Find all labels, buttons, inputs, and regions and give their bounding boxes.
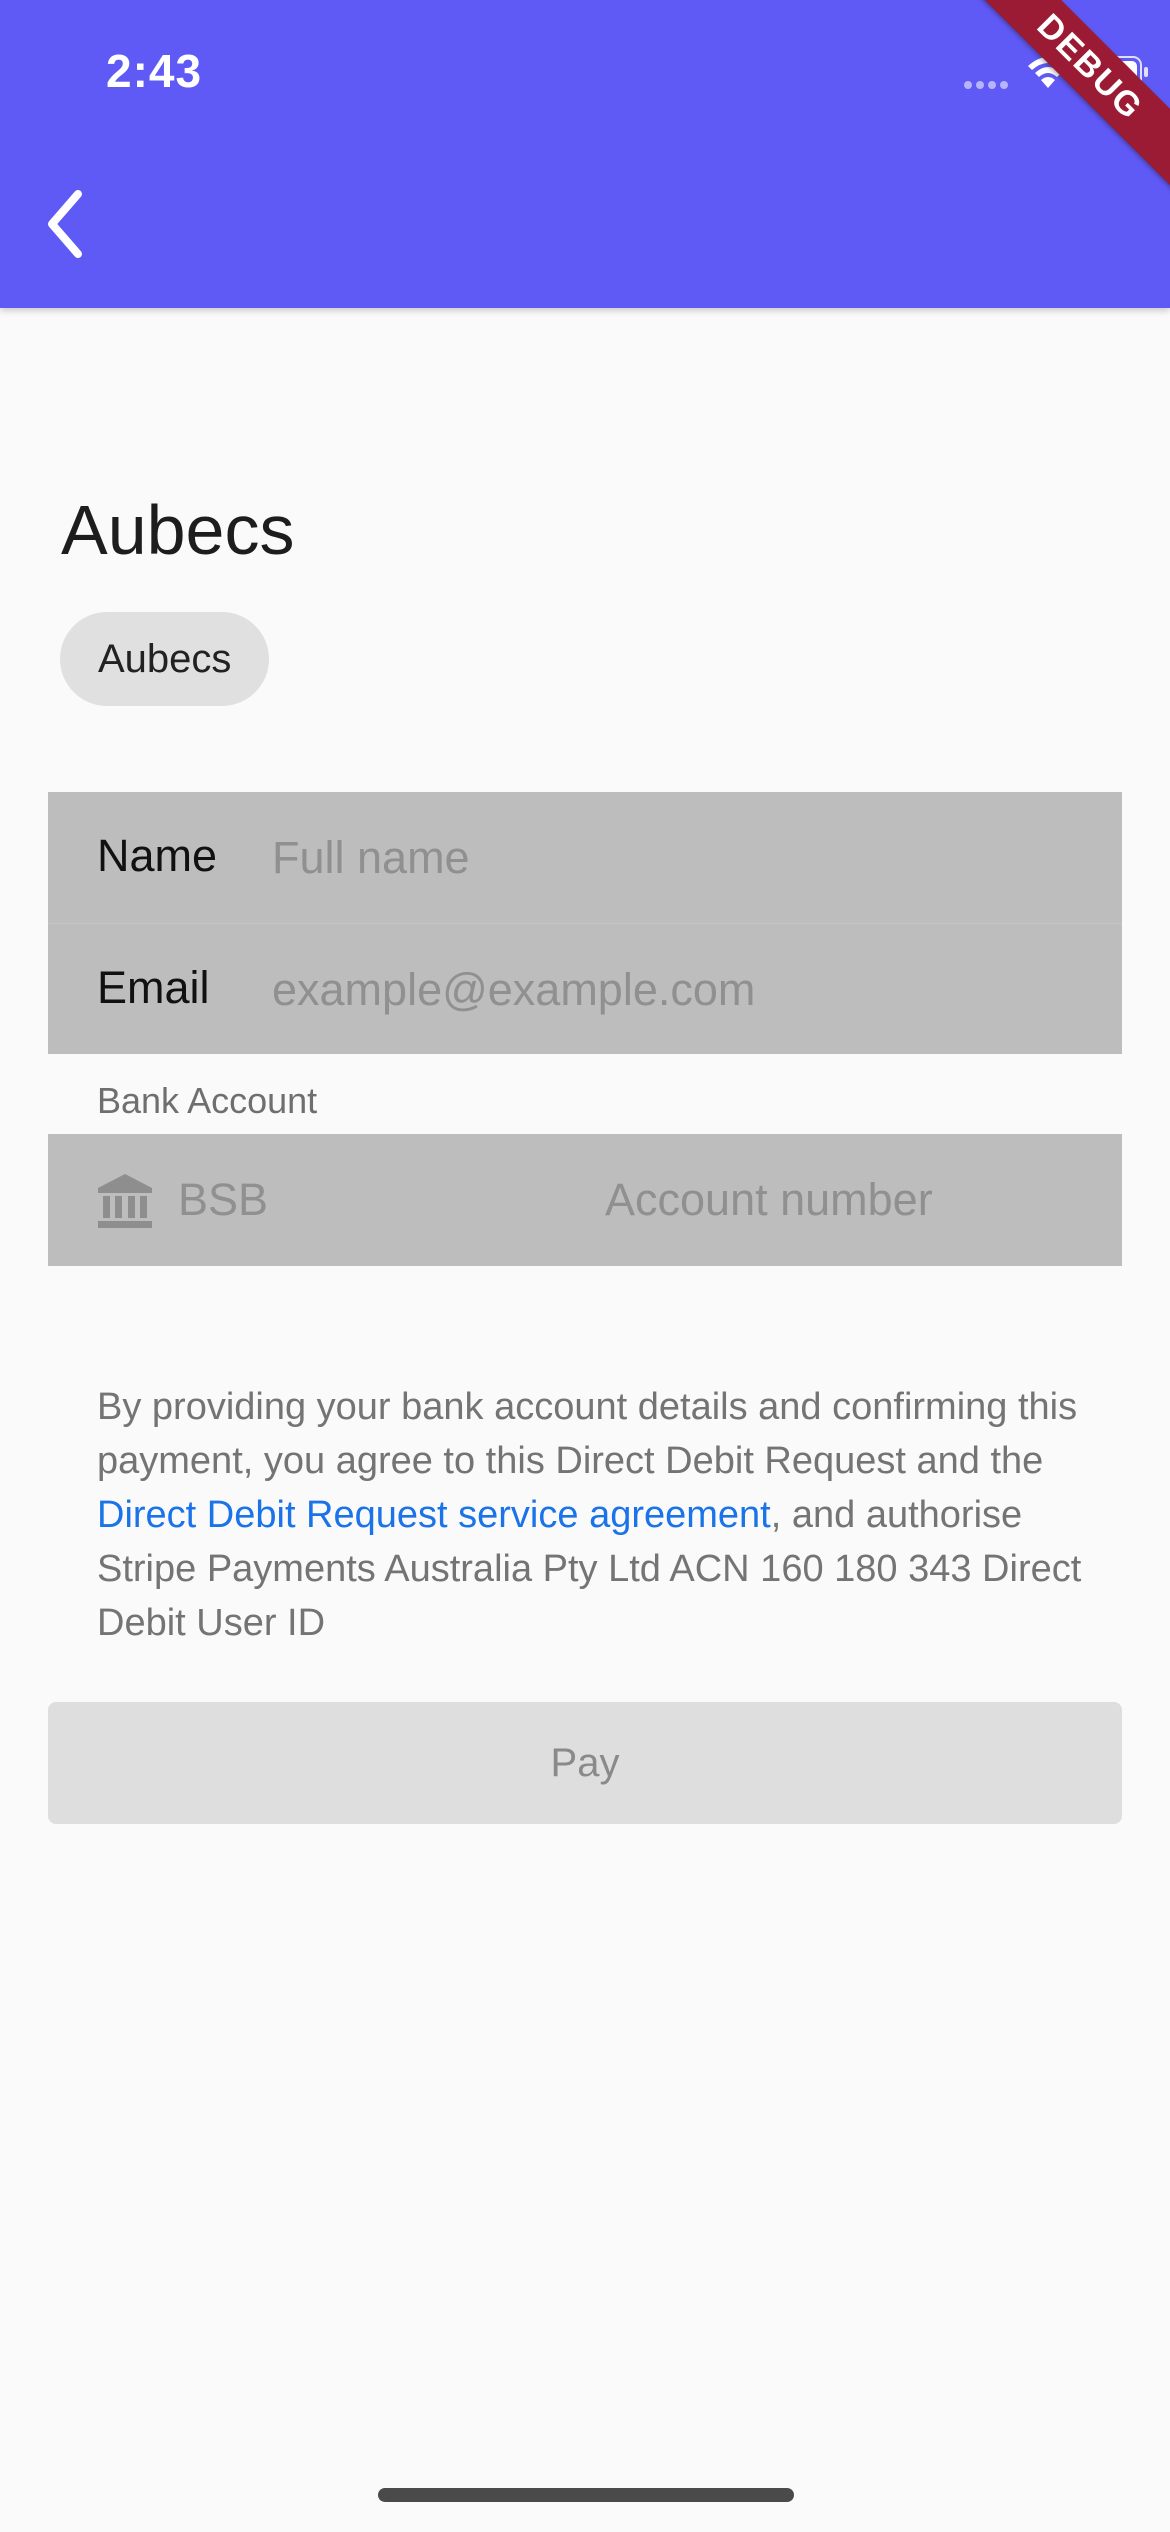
name-input[interactable] <box>270 822 1074 894</box>
bank-account-panel <box>48 1134 1122 1266</box>
name-label: Name <box>97 830 218 881</box>
cellular-signal-icon <box>964 76 1012 94</box>
service-agreement-link[interactable]: Direct Debit Request service agreement <box>97 1494 771 1536</box>
home-indicator <box>378 2488 794 2502</box>
email-row: Email <box>48 924 1122 1055</box>
bsb-input[interactable] <box>176 1164 480 1236</box>
mandate-text: By providing your bank account details a… <box>97 1380 1087 1650</box>
app-bar: 2:43 DEBUG <box>0 0 1170 308</box>
email-label: Email <box>97 962 210 1013</box>
payment-method-chip: Aubecs <box>60 612 270 706</box>
bank-icon <box>98 1174 152 1228</box>
mandate-text-before: By providing your bank account details a… <box>97 1386 1078 1482</box>
debug-banner: DEBUG <box>957 0 1170 200</box>
pay-button[interactable]: Pay <box>48 1702 1122 1824</box>
account-number-input[interactable] <box>603 1164 1087 1236</box>
name-row: Name <box>48 792 1122 924</box>
bank-account-label: Bank Account <box>97 1080 318 1121</box>
back-arrow-icon[interactable] <box>38 186 98 262</box>
page-title: Aubecs <box>61 491 295 569</box>
email-input[interactable] <box>270 954 1074 1026</box>
status-time: 2:43 <box>106 45 203 97</box>
billing-details-panel: Name Email <box>48 792 1122 1054</box>
